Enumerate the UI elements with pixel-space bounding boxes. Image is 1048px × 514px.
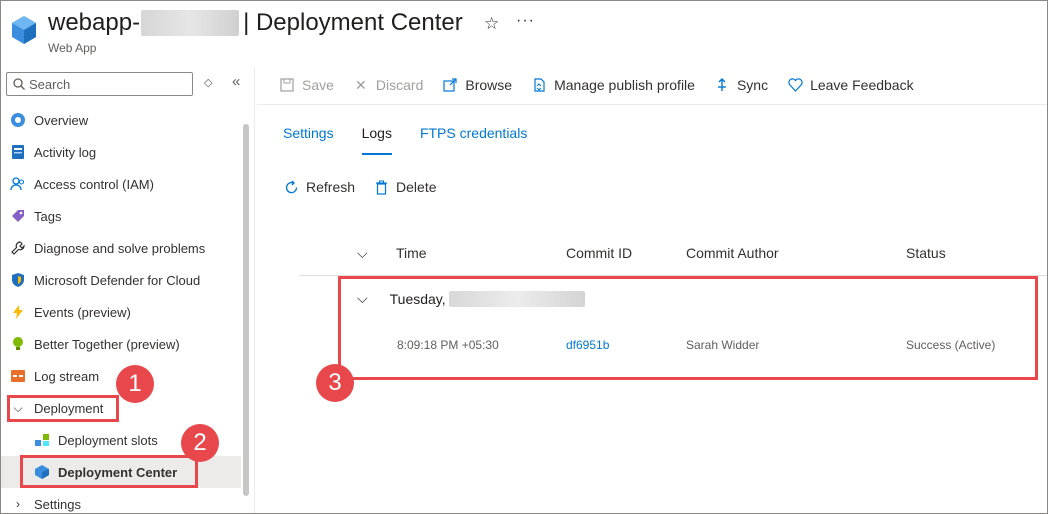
command-bar: Save ✕ Discard Browse Manage publish pro… bbox=[279, 73, 933, 97]
people-icon bbox=[10, 176, 26, 192]
portal-frame: webapp- | Deployment Center Web App ☆ ···… bbox=[0, 0, 1048, 514]
save-icon bbox=[279, 77, 295, 93]
command-bar-divider bbox=[257, 104, 1047, 105]
search-input[interactable] bbox=[29, 76, 179, 92]
highlight-deployment-center bbox=[20, 455, 198, 488]
column-header-commit-author[interactable]: Commit Author bbox=[686, 245, 779, 261]
page-subtitle: Web App bbox=[48, 41, 97, 55]
blade-header: webapp- | Deployment Center Web App ☆ ··· bbox=[1, 1, 1047, 61]
search-options-icon[interactable]: ◇ bbox=[204, 76, 212, 89]
sidebar-item-diagnose[interactable]: Diagnose and solve problems bbox=[1, 232, 241, 264]
tag-icon bbox=[10, 208, 26, 224]
search-icon bbox=[13, 78, 25, 90]
publish-profile-icon bbox=[531, 77, 547, 93]
star-icon[interactable]: ☆ bbox=[484, 14, 499, 34]
sidebar-item-events[interactable]: Events (preview) bbox=[1, 296, 241, 328]
sidebar-item-defender[interactable]: Microsoft Defender for Cloud bbox=[1, 264, 241, 296]
logs-grid-header: ⌵ Time Commit ID Commit Author Status bbox=[299, 239, 1047, 276]
column-header-commit-id[interactable]: Commit ID bbox=[566, 245, 632, 261]
wrench-icon bbox=[10, 240, 26, 256]
tab-settings[interactable]: Settings bbox=[283, 125, 334, 155]
collapse-menu-icon[interactable]: « bbox=[232, 73, 240, 90]
manage-publish-profile-button[interactable]: Manage publish profile bbox=[531, 77, 695, 93]
redacted-name bbox=[141, 10, 240, 36]
sidebar-item-better-together[interactable]: Better Together (preview) bbox=[1, 328, 241, 360]
tab-logs[interactable]: Logs bbox=[361, 125, 393, 155]
chevron-right-icon: › bbox=[16, 497, 20, 511]
sidebar-item-iam[interactable]: Access control (IAM) bbox=[1, 168, 241, 200]
logs-toolbar: Refresh Delete bbox=[283, 179, 455, 195]
deployment-slots-icon bbox=[34, 432, 50, 448]
shield-icon bbox=[10, 272, 26, 288]
sidebar-item-tags[interactable]: Tags bbox=[1, 200, 241, 232]
highlight-deployment bbox=[7, 395, 119, 422]
overview-icon bbox=[10, 112, 26, 128]
lightbulb-icon bbox=[10, 336, 26, 352]
save-button[interactable]: Save bbox=[279, 77, 334, 93]
sidebar-item-overview[interactable]: Overview bbox=[1, 104, 241, 136]
refresh-icon bbox=[283, 179, 299, 195]
tab-strip: Settings Logs FTPS credentials bbox=[283, 125, 555, 155]
delete-button[interactable]: Delete bbox=[373, 179, 437, 195]
refresh-button[interactable]: Refresh bbox=[283, 179, 355, 195]
column-header-status[interactable]: Status bbox=[906, 245, 946, 261]
callout-badge-3: 3 bbox=[316, 364, 354, 402]
discard-button[interactable]: ✕ Discard bbox=[353, 76, 423, 94]
leave-feedback-button[interactable]: Leave Feedback bbox=[787, 77, 914, 93]
sidebar-scrollbar[interactable] bbox=[243, 124, 249, 496]
open-external-icon bbox=[442, 77, 458, 93]
heart-icon bbox=[787, 77, 803, 93]
page-title: webapp- | Deployment Center bbox=[48, 9, 463, 36]
highlight-log-entry bbox=[338, 276, 1038, 380]
sidebar-group-settings[interactable]: › Settings bbox=[1, 488, 241, 513]
ellipsis-icon[interactable]: ··· bbox=[516, 12, 535, 30]
tab-ftps-credentials[interactable]: FTPS credentials bbox=[420, 125, 527, 155]
callout-badge-1: 1 bbox=[116, 365, 154, 403]
collapse-all-icon[interactable]: ⌵ bbox=[357, 245, 368, 262]
log-stream-icon bbox=[10, 368, 26, 384]
sync-icon bbox=[714, 77, 730, 93]
web-app-icon bbox=[12, 16, 36, 44]
sync-button[interactable]: Sync bbox=[714, 77, 768, 93]
close-icon: ✕ bbox=[355, 76, 367, 93]
activity-log-icon bbox=[10, 144, 26, 160]
trash-icon bbox=[373, 179, 389, 195]
search-box[interactable] bbox=[6, 72, 193, 96]
lightning-icon bbox=[10, 304, 26, 320]
callout-badge-2: 2 bbox=[181, 424, 219, 462]
sidebar-item-activity-log[interactable]: Activity log bbox=[1, 136, 241, 168]
column-header-time[interactable]: Time bbox=[396, 245, 427, 261]
browse-button[interactable]: Browse bbox=[442, 77, 512, 93]
